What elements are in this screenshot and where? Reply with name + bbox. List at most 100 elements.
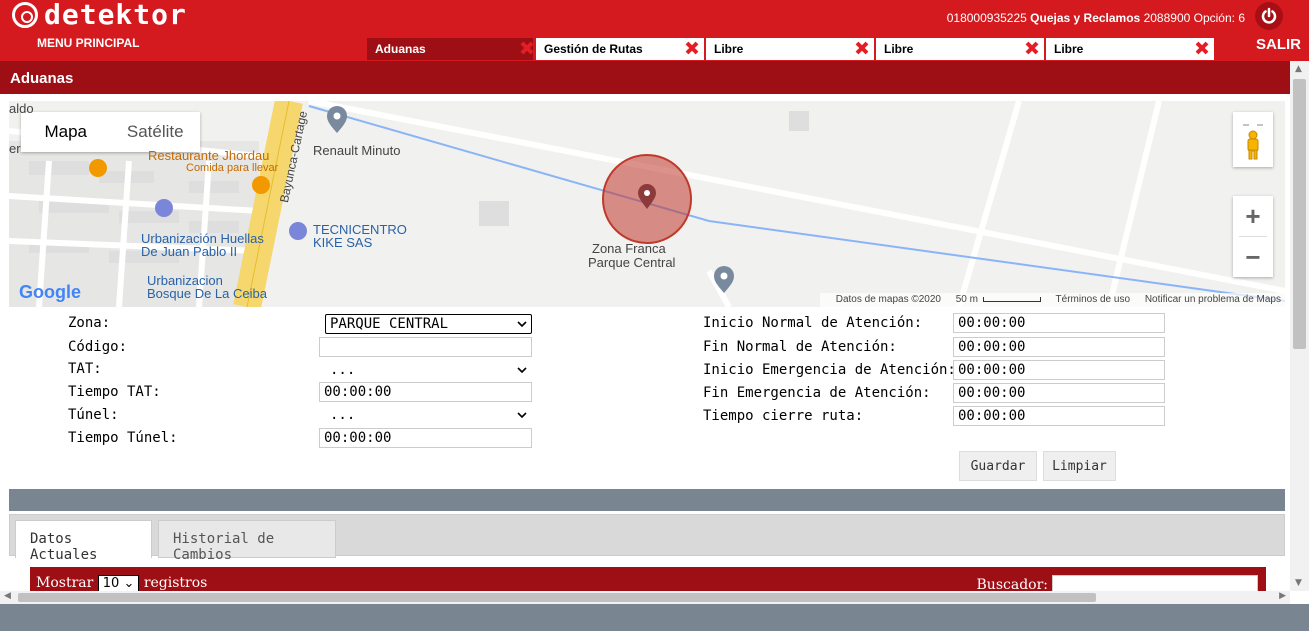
map-data-credit: Datos de mapas ©2020 — [835, 294, 941, 305]
zoom-controls: + − — [1233, 196, 1273, 277]
tab-aduanas[interactable]: Aduanas — [367, 38, 535, 60]
close-tab-icon[interactable] — [684, 40, 700, 56]
chevron-down-icon: ⌄ — [123, 576, 135, 591]
page-length-control: Mostrar 10 ⌄ registros — [36, 575, 207, 591]
tab-gestion-rutas[interactable]: Gestión de Rutas — [536, 38, 704, 60]
tat-value: ... — [330, 362, 356, 378]
map-label-renault: Renault Minuto — [313, 143, 401, 158]
map-label-tecnicentro-2: KIKE SAS — [313, 235, 373, 250]
tiempo-tunel-label: Tiempo Túnel: — [68, 430, 178, 446]
zona-label: Zona: — [68, 315, 111, 331]
inicio-normal-label: Inicio Normal de Atención: — [703, 315, 923, 331]
contact-info: 018000935225 Quejas y Reclamos 2088900 O… — [947, 11, 1245, 25]
map-attribution: Datos de mapas ©2020 50 m Términos de us… — [819, 293, 1285, 307]
save-button[interactable]: Guardar — [959, 451, 1037, 481]
inicio-emergencia-input[interactable]: 00:00:00 — [953, 360, 1165, 380]
tab-label: Libre — [1054, 42, 1084, 56]
clear-button[interactable]: Limpiar — [1043, 451, 1116, 481]
close-tab-icon[interactable] — [1194, 40, 1210, 56]
map-label-urb2-2: Bosque De La Ceiba — [147, 286, 267, 301]
tunel-select[interactable]: ... — [325, 405, 532, 425]
history-tabs: Datos Actuales Historial de Cambios — [9, 514, 1285, 563]
tab-label: Aduanas — [375, 42, 426, 56]
map-label-aldo: aldo — [9, 101, 34, 116]
google-logo: Google — [19, 282, 81, 302]
brand-name: detektor — [44, 0, 187, 31]
map-type-toggle: Mapa Satélite — [21, 112, 200, 152]
exit-button[interactable]: SALIR — [1256, 36, 1301, 53]
fin-normal-input[interactable]: 00:00:00 — [953, 337, 1165, 357]
map-report-link[interactable]: Notificar un problema de Maps — [1145, 294, 1281, 305]
tat-select[interactable]: ... — [325, 360, 532, 380]
close-tab-icon[interactable] — [519, 40, 535, 56]
scroll-left-icon[interactable]: ◀ — [4, 591, 11, 601]
map-terms-link[interactable]: Términos de uso — [1056, 294, 1130, 305]
search-input[interactable] — [1052, 575, 1258, 591]
section-title: Aduanas — [0, 61, 1290, 94]
vertical-scroll-thumb[interactable] — [1293, 79, 1306, 349]
power-icon — [1261, 7, 1277, 24]
table-toolbar: Mostrar 10 ⌄ registros Buscador: — [30, 567, 1266, 591]
search-label: Buscador: — [976, 577, 1048, 591]
horizontal-scrollbar[interactable]: ◀ ▶ — [0, 591, 1290, 604]
map-type-map[interactable]: Mapa — [21, 112, 111, 152]
tab-datos-actuales[interactable]: Datos Actuales — [15, 520, 152, 563]
tab-libre-2[interactable]: Libre — [876, 38, 1044, 60]
phone-number: 018000935225 — [946, 11, 1027, 25]
page-length-select[interactable]: 10 ⌄ — [97, 575, 140, 591]
codigo-input[interactable] — [319, 337, 532, 357]
scroll-up-icon[interactable]: ▲ — [1295, 64, 1302, 74]
zona-select[interactable]: PARQUE CENTRAL — [325, 314, 532, 334]
scale-bar — [982, 297, 1041, 302]
close-tab-icon[interactable] — [1024, 40, 1040, 56]
chevron-down-icon — [517, 412, 527, 419]
tab-historial-cambios[interactable]: Historial de Cambios — [158, 520, 336, 563]
zona-value: PARQUE CENTRAL — [330, 316, 449, 332]
footer-band — [0, 604, 1309, 631]
tiempo-cierre-label: Tiempo cierre ruta: — [703, 408, 864, 424]
map-label-zona-2: Parque Central — [588, 255, 676, 270]
map-view[interactable]: Mapa Satélite aldo er Restaurante Jhorda… — [9, 101, 1285, 307]
detektor-logo-icon — [12, 2, 38, 28]
map-label-er: er — [9, 141, 21, 156]
zoom-in-button[interactable]: + — [1233, 196, 1273, 236]
tab-libre-1[interactable]: Libre — [706, 38, 874, 60]
records-label: registros — [143, 575, 208, 591]
show-label: Mostrar — [36, 575, 94, 591]
map-type-satellite[interactable]: Satélite — [111, 112, 201, 152]
scroll-down-icon[interactable]: ▼ — [1295, 578, 1302, 588]
tiempo-tat-input[interactable]: 00:00:00 — [319, 382, 532, 402]
pegman-icon — [1243, 124, 1263, 160]
inicio-emergencia-label: Inicio Emergencia de Atención: — [703, 362, 956, 378]
map-label-restaurant: Restaurante Jhordau — [148, 148, 270, 163]
tiempo-cierre-input[interactable]: 00:00:00 — [953, 406, 1165, 426]
tab-libre-3[interactable]: Libre — [1046, 38, 1214, 60]
horizontal-scroll-thumb[interactable] — [18, 593, 1096, 602]
tunel-label: Túnel: — [68, 407, 119, 423]
tab-label: Gestión de Rutas — [544, 42, 643, 56]
vertical-scrollbar[interactable]: ▲ ▼ — [1290, 61, 1309, 591]
chevron-down-icon — [517, 321, 527, 328]
tiempo-tunel-input[interactable]: 00:00:00 — [319, 428, 532, 448]
scroll-right-icon[interactable]: ▶ — [1279, 591, 1286, 601]
inicio-normal-input[interactable]: 00:00:00 — [953, 313, 1165, 333]
chevron-down-icon — [517, 367, 527, 374]
fin-emergencia-label: Fin Emergencia de Atención: — [703, 385, 931, 401]
tab-label: Libre — [884, 42, 914, 56]
top-bar: detektor MENU PRINCIPAL 018000935225 Que… — [0, 0, 1309, 61]
brand-logo[interactable]: detektor — [12, 0, 187, 31]
map-label-urb1-2: De Juan Pablo II — [141, 244, 238, 259]
tab-label: Libre — [714, 42, 744, 56]
close-tab-icon[interactable] — [854, 40, 870, 56]
tunel-value: ... — [330, 407, 356, 423]
power-button[interactable] — [1255, 2, 1283, 30]
menu-principal-link[interactable]: MENU PRINCIPAL — [37, 36, 139, 50]
street-view-pegman[interactable] — [1233, 112, 1273, 167]
complaints-label: Quejas y Reclamos — [1030, 11, 1141, 25]
fin-normal-label: Fin Normal de Atención: — [703, 339, 897, 355]
zoom-out-button[interactable]: − — [1233, 237, 1273, 277]
map-label-zona-1: Zona Franca — [592, 241, 666, 256]
map-scale: 50 m — [955, 294, 978, 305]
tat-label: TAT: — [68, 361, 102, 377]
fin-emergencia-input[interactable]: 00:00:00 — [953, 383, 1165, 403]
